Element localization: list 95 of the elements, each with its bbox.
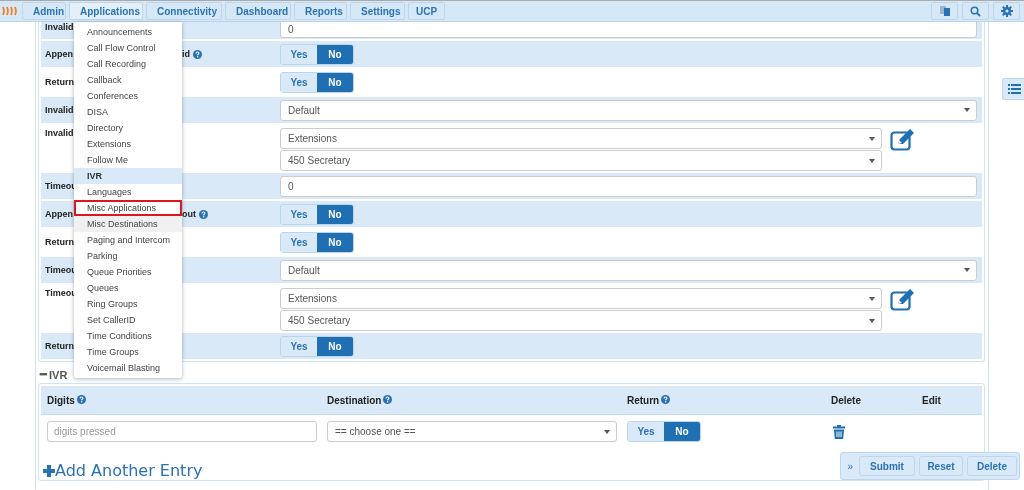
column-header: Destination xyxy=(327,394,382,406)
field-label: Invalid xyxy=(45,105,74,115)
help-icon[interactable] xyxy=(661,394,671,404)
list-icon xyxy=(1008,84,1021,94)
nav-tab[interactable]: Reports xyxy=(294,2,347,20)
caret-icon xyxy=(869,158,875,163)
select-field[interactable]: Extensions xyxy=(280,288,882,309)
field-label: id xyxy=(182,49,190,59)
select-field[interactable]: Extensions xyxy=(280,128,882,149)
translate-button[interactable] xyxy=(931,2,958,20)
settings-button[interactable] xyxy=(993,2,1020,20)
menu-item[interactable]: Callback xyxy=(74,72,182,88)
nav-tab[interactable]: UCP xyxy=(408,2,445,20)
caret-icon xyxy=(869,136,875,141)
toggle-option[interactable]: No xyxy=(664,422,700,441)
column-header: Return xyxy=(627,394,660,406)
toggle-option[interactable]: No xyxy=(317,204,353,224)
digits-input[interactable]: digits pressed xyxy=(47,421,317,442)
toggle-option[interactable]: Yes xyxy=(281,72,317,92)
field-label: Appen xyxy=(45,209,73,219)
menu-item[interactable]: Languages xyxy=(74,184,182,200)
destination-select[interactable]: == choose one == xyxy=(327,421,617,442)
help-icon[interactable] xyxy=(193,49,202,59)
translate-icon xyxy=(938,5,951,17)
select-field[interactable]: Default xyxy=(280,259,977,281)
field-label: Return xyxy=(45,237,74,247)
help-icon[interactable] xyxy=(76,394,86,404)
field-label: Invalid xyxy=(45,128,74,138)
nav-tab[interactable]: Connectivity xyxy=(146,2,222,20)
action-button[interactable]: Reset xyxy=(919,456,963,476)
expand-toggle[interactable]: » xyxy=(847,460,853,472)
column-header: Edit xyxy=(922,394,941,406)
help-icon[interactable] xyxy=(199,209,208,219)
menu-item[interactable]: Call Recording xyxy=(74,56,182,72)
column-header: Digits xyxy=(47,394,75,406)
field-label: out xyxy=(182,209,196,219)
menu-item[interactable]: Queue Priorities xyxy=(74,264,182,280)
menu-item[interactable]: Paging and Intercom xyxy=(74,232,182,248)
menu-item[interactable]: Announcements xyxy=(74,24,182,40)
menu-item[interactable]: Directory xyxy=(74,120,182,136)
search-button[interactable] xyxy=(962,2,989,20)
field-label: Return xyxy=(45,77,74,87)
settings-icon xyxy=(1000,5,1013,17)
text-field[interactable]: 0 xyxy=(280,175,977,197)
menu-item[interactable]: DISA xyxy=(74,104,182,120)
column-header: Delete xyxy=(831,394,861,406)
logo-icon[interactable] xyxy=(2,6,18,16)
action-button[interactable]: Submit xyxy=(859,456,915,476)
toggle-option[interactable]: Yes xyxy=(628,422,664,441)
edit-icon[interactable] xyxy=(890,288,916,311)
plus-icon xyxy=(43,464,55,477)
add-entry-link[interactable]: Add Another Entry xyxy=(43,461,203,480)
caret-icon xyxy=(869,318,875,323)
nav-tab[interactable]: Admin xyxy=(22,2,66,20)
caret-icon xyxy=(869,296,875,301)
toggle-option[interactable]: No xyxy=(317,72,353,92)
caret-icon xyxy=(964,268,970,272)
search-icon xyxy=(970,5,981,17)
nav-tab[interactable]: Applications xyxy=(69,2,143,20)
menu-item[interactable]: Extensions xyxy=(74,136,182,152)
select-field[interactable]: 450 Secretary xyxy=(280,150,882,171)
menu-item[interactable]: Conferences xyxy=(74,88,182,104)
action-button[interactable]: Delete xyxy=(967,456,1017,476)
toggle-option[interactable]: No xyxy=(317,44,353,64)
edit-icon[interactable] xyxy=(890,128,916,151)
collapse-icon[interactable]: ━ xyxy=(40,368,47,381)
menu-item[interactable]: Parking xyxy=(74,248,182,264)
text-field[interactable]: 0 xyxy=(280,22,977,38)
menu-item[interactable]: IVR xyxy=(74,168,182,184)
menu-item[interactable]: Queues xyxy=(74,280,182,296)
section-title: IVR xyxy=(49,368,68,381)
toggle-option[interactable]: No xyxy=(317,336,353,356)
menu-item[interactable]: Time Groups xyxy=(74,344,182,360)
caret-icon xyxy=(964,108,970,112)
field-label: Appen xyxy=(45,49,73,59)
menu-item[interactable]: Call Flow Control xyxy=(74,40,182,56)
select-field[interactable]: Default xyxy=(280,99,977,121)
menu-item[interactable]: Time Conditions xyxy=(74,328,182,344)
menu-item[interactable]: Follow Me xyxy=(74,152,182,168)
toggle-option[interactable]: No xyxy=(317,232,353,252)
trash-icon[interactable] xyxy=(833,424,845,439)
menu-item[interactable]: Set CallerID xyxy=(74,312,182,328)
nav-tab[interactable]: Dashboard xyxy=(225,2,291,20)
caret-icon xyxy=(604,429,610,434)
select-field[interactable]: 450 Secretary xyxy=(280,310,882,331)
menu-item[interactable]: Misc Applications xyxy=(74,200,182,216)
nav-tab[interactable]: Settings xyxy=(350,2,405,20)
toggle-option[interactable]: Yes xyxy=(281,232,317,252)
menu-item[interactable]: Ring Groups xyxy=(74,296,182,312)
menu-item[interactable]: Misc Destinations xyxy=(74,216,182,232)
field-label: Invalid xyxy=(45,22,74,32)
menu-item[interactable]: Voicemail Blasting xyxy=(74,360,182,376)
help-icon[interactable] xyxy=(383,394,393,404)
field-label: Return xyxy=(45,341,74,351)
sidebar-toggle[interactable] xyxy=(1002,78,1024,100)
